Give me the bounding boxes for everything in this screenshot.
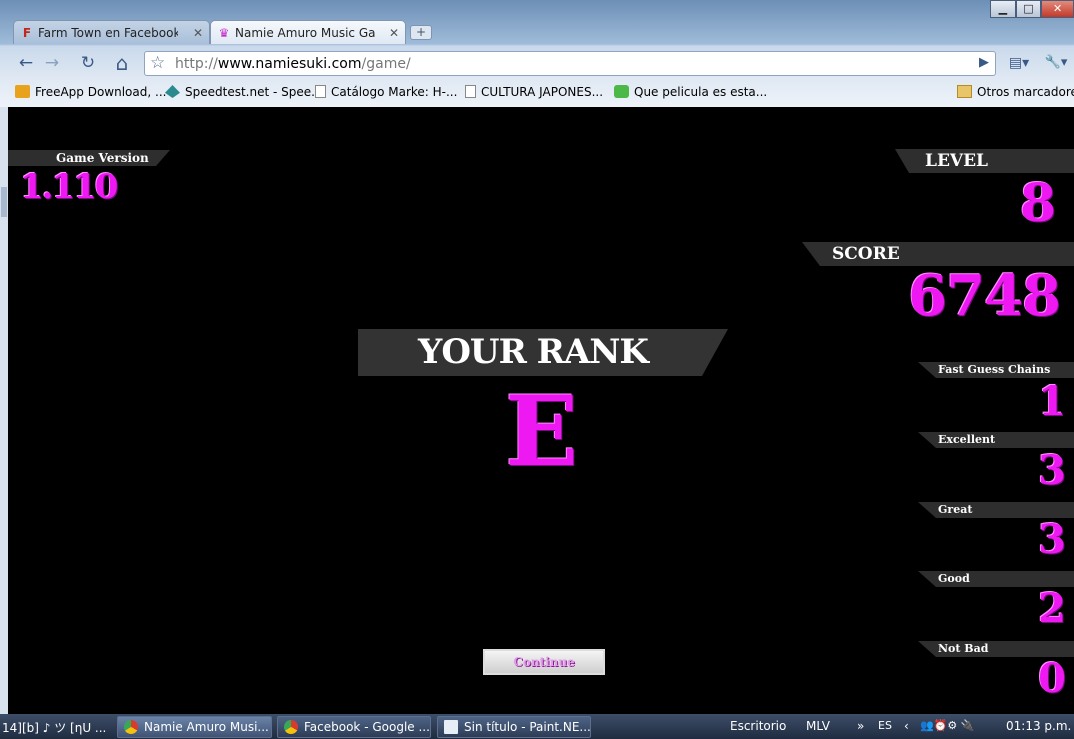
level-value: 8	[1019, 173, 1056, 234]
taskbar-paint[interactable]: Sin título - Paint.NE...	[437, 716, 591, 738]
tray-icons[interactable]: 👥⏰⚙ 🔌	[920, 719, 974, 732]
language-indicator[interactable]: ES	[878, 719, 892, 732]
close-tab-icon[interactable]: ✕	[389, 21, 399, 44]
chrome-icon	[124, 720, 138, 734]
chrome-icon	[284, 720, 298, 734]
mlv-toolbar[interactable]: MLV	[806, 719, 830, 733]
continue-button[interactable]: Continue	[483, 649, 605, 675]
rank-label: YOUR RANK	[358, 329, 728, 376]
bookmark-otros[interactable]: Otros marcadores	[957, 85, 1074, 99]
speedtest-icon	[165, 85, 180, 98]
page-icon	[465, 85, 476, 98]
tray-expand-icon[interactable]: ‹	[904, 719, 909, 733]
bookmark-speedtest[interactable]: Speedtest.net - Spee...	[165, 85, 323, 99]
toolbar-chevron-icon[interactable]: »	[857, 719, 864, 733]
bookmark-catalogo[interactable]: Catálogo Marke: H-...	[315, 85, 457, 99]
go-icon[interactable]: ▶	[979, 55, 989, 70]
page-icon	[315, 85, 326, 98]
scrollbar-thumb[interactable]	[1, 187, 7, 217]
version-label: Game Version	[8, 150, 170, 166]
folder-icon	[957, 85, 972, 98]
close-tab-icon[interactable]: ✕	[193, 21, 203, 44]
asterisk-icon	[614, 85, 629, 98]
desktop-toolbar[interactable]: Escritorio	[730, 719, 786, 733]
taskbar: 14][b] ♪ ツ [ηU ... Namie Amuro Musi... F…	[0, 714, 1074, 739]
taskbar-namie-amuro[interactable]: Namie Amuro Musi...	[117, 716, 272, 738]
tab-namie-amuro[interactable]: ♛ Namie Amuro Music Ga... ✕	[210, 20, 406, 44]
reload-button[interactable]: ↻	[76, 51, 100, 75]
scrollbar[interactable]	[0, 107, 8, 714]
fast-guess-chains-value: 1	[1038, 378, 1066, 425]
back-button[interactable]: ←	[14, 51, 38, 75]
bookmark-pelicula[interactable]: Que pelicula es esta...	[614, 85, 767, 99]
not-bad-value: 0	[1038, 655, 1066, 702]
crown-icon: ♛	[218, 26, 230, 40]
bookmark-freeapp[interactable]: FreeApp Download, ...	[15, 85, 166, 99]
game-canvas: Game Version 1.110 LEVEL 8 SCORE 6748 YO…	[8, 107, 1074, 714]
excellent-value: 3	[1038, 447, 1066, 494]
clock[interactable]: 01:13 p.m.	[1006, 719, 1071, 733]
tab-label: Namie Amuro Music Ga...	[235, 26, 375, 40]
tab-farm-town[interactable]: F Farm Town en Facebook ... ✕	[13, 20, 210, 44]
version-value: 1.110	[20, 167, 118, 207]
tab-label: Farm Town en Facebook ...	[38, 26, 178, 40]
close-window-button[interactable]: ✕	[1041, 0, 1074, 18]
forward-button[interactable]: →	[40, 51, 64, 75]
browser-chrome: ▁ □ ✕ F Farm Town en Facebook ... ✕ ♛ Na…	[0, 0, 1074, 107]
maximize-button[interactable]: □	[1015, 0, 1042, 18]
score-value: 6748	[908, 263, 1061, 329]
home-button[interactable]: ⌂	[110, 51, 134, 75]
excellent-label: Excellent	[918, 432, 1074, 448]
page-menu-button[interactable]: ▤▾	[1004, 51, 1034, 75]
address-bar[interactable]: ☆ http://www.namiesuki.com/game/ ▶	[144, 51, 996, 76]
paint-icon	[444, 720, 458, 734]
bookmarks-bar: FreeApp Download, ... Speedtest.net - Sp…	[0, 80, 1074, 106]
good-value: 2	[1038, 585, 1066, 632]
farm-town-icon: F	[22, 26, 32, 40]
star-icon[interactable]: ☆	[150, 53, 165, 73]
window-controls: ▁ □ ✕	[990, 0, 1074, 18]
new-tab-button[interactable]: +	[410, 25, 432, 40]
level-label: LEVEL	[895, 149, 1074, 173]
great-value: 3	[1038, 516, 1066, 563]
fast-guess-chains-label: Fast Guess Chains	[918, 362, 1074, 378]
toolbar: ← → ↻ ⌂ ☆ http://www.namiesuki.com/game/…	[0, 46, 1074, 80]
url-text[interactable]: http://www.namiesuki.com/game/	[175, 56, 411, 72]
taskbar-facebook[interactable]: Facebook - Google ...	[277, 716, 431, 738]
bookmark-cultura[interactable]: CULTURA JAPONES...	[465, 85, 603, 99]
taskbar-now-playing[interactable]: 14][b] ♪ ツ [ηU ...	[2, 719, 106, 736]
tools-menu-button[interactable]: 🔧▾	[1040, 51, 1072, 75]
minimize-button[interactable]: ▁	[990, 0, 1016, 18]
rank-value: E	[505, 375, 579, 488]
freeapp-icon	[15, 85, 30, 98]
